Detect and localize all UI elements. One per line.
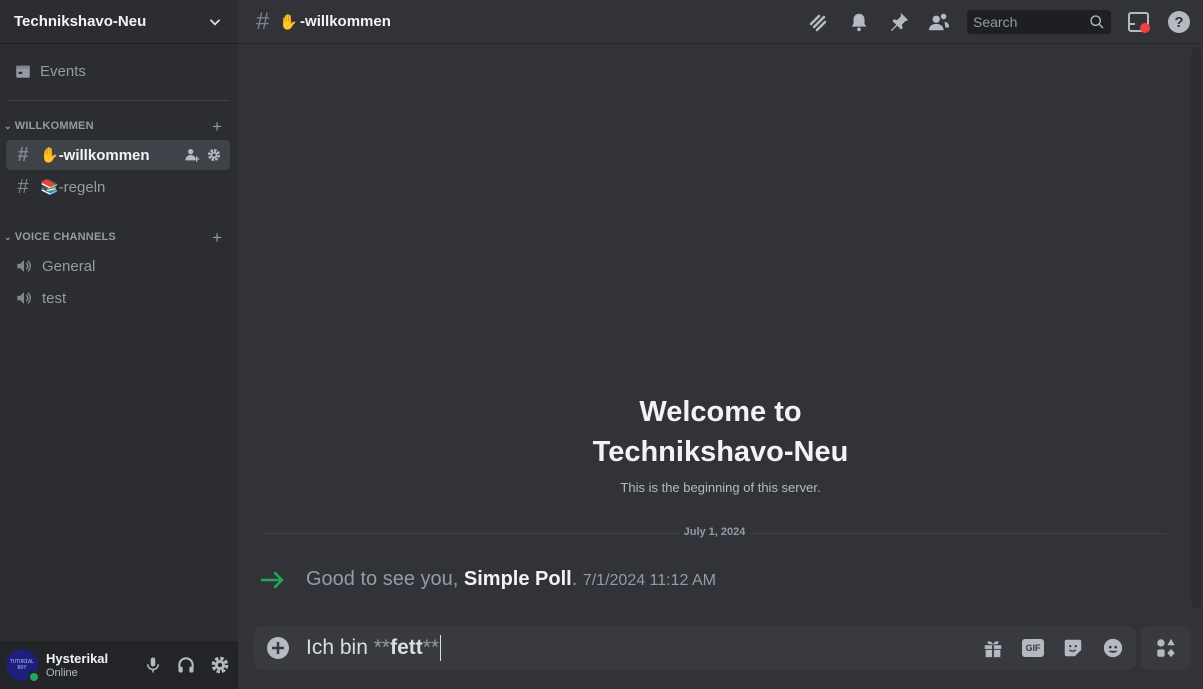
- welcome-title-line1: Welcome to: [639, 396, 802, 428]
- message-input[interactable]: Ich bin ** fett **: [306, 635, 442, 661]
- channel-emoji: ✋: [40, 147, 59, 164]
- avatar-text: BOY: [17, 665, 27, 671]
- search-placeholder: Search: [973, 13, 1018, 30]
- text-channel-hash-icon: #: [256, 7, 270, 35]
- voice-channel-general[interactable]: General: [6, 251, 230, 281]
- inbox-icon[interactable]: [1127, 10, 1151, 34]
- members-icon[interactable]: [927, 10, 951, 34]
- create-channel-plus-icon[interactable]: +: [212, 118, 222, 135]
- message-composer[interactable]: Ich bin ** fett ** GIF: [254, 626, 1136, 670]
- events-item[interactable]: Events: [8, 54, 230, 88]
- markdown-marker: **: [422, 636, 440, 659]
- gift-icon[interactable]: [982, 637, 1004, 659]
- text-channel-hash-icon: #: [17, 143, 29, 166]
- join-arrow-icon: [260, 571, 284, 588]
- svg-text:?: ?: [1174, 14, 1183, 31]
- channel-name: -willkommen: [58, 147, 150, 164]
- threads-icon[interactable]: [807, 10, 831, 34]
- user-status: Online: [46, 667, 78, 679]
- channel-name: General: [42, 257, 96, 275]
- create-channel-plus-icon[interactable]: +: [212, 229, 222, 246]
- apps-icon: [1157, 638, 1175, 658]
- welcome-section: Welcome to Technikshavo-Neu This is the …: [238, 392, 1203, 495]
- category-name: WILLKOMMEN: [14, 120, 94, 132]
- headphones-icon[interactable]: [176, 655, 196, 675]
- chevron-down-icon: [210, 18, 220, 26]
- system-join-message: Good to see you, Simple Poll. 7/1/2024 1…: [260, 568, 716, 591]
- input-text-bold: fett: [390, 636, 423, 659]
- channel-regeln[interactable]: # 📚-regeln: [6, 172, 230, 202]
- discord-app: Technikshavo-Neu Events ⌄ WILLKOMMEN + #…: [0, 0, 1203, 689]
- category-voice-channels[interactable]: ⌄ VOICE CHANNELS +: [0, 229, 238, 246]
- gif-icon[interactable]: GIF: [1022, 639, 1044, 657]
- chevron-down-icon: ⌄: [4, 231, 12, 242]
- server-name: Technikshavo-Neu: [14, 13, 147, 30]
- online-status-dot: [28, 671, 40, 683]
- help-icon[interactable]: ?: [1167, 10, 1191, 34]
- voice-channel-test[interactable]: test: [6, 283, 230, 313]
- microphone-icon[interactable]: [144, 656, 162, 674]
- user-panel: TUTORIAL BOY Hysterikal Online: [0, 641, 238, 689]
- channel-emoji: 📚: [40, 179, 59, 196]
- emoji-icon[interactable]: [1102, 637, 1124, 659]
- welcome-subtitle: This is the beginning of this server.: [620, 480, 821, 495]
- bell-icon[interactable]: [847, 10, 871, 34]
- gear-icon[interactable]: [206, 147, 222, 163]
- sticker-icon[interactable]: [1062, 637, 1084, 659]
- search-input[interactable]: Search: [967, 9, 1111, 34]
- text-channel-hash-icon: #: [17, 175, 29, 198]
- username: Hysterikal: [46, 651, 109, 666]
- join-message-prefix: Good to see you,: [306, 568, 464, 590]
- events-label: Events: [40, 62, 86, 80]
- user-settings-gear-icon[interactable]: [210, 655, 230, 675]
- channel-emoji: ✋: [279, 13, 299, 31]
- chat-area: # ✋ -willkommen Search ? Welcome to Tech…: [238, 0, 1203, 689]
- joined-user-name[interactable]: Simple Poll: [464, 568, 572, 590]
- upload-plus-icon[interactable]: [266, 636, 290, 660]
- search-icon: [1090, 14, 1104, 28]
- divider: [8, 100, 230, 101]
- date-divider: July 1, 2024: [262, 526, 1167, 538]
- welcome-title-line2: Technikshavo-Neu: [592, 436, 849, 468]
- channel-name: test: [42, 289, 67, 307]
- channel-header: # ✋ -willkommen Search ?: [238, 0, 1203, 44]
- invite-members-icon[interactable]: [184, 147, 200, 163]
- join-message-suffix: .: [571, 568, 578, 590]
- server-header[interactable]: Technikshavo-Neu: [0, 0, 238, 44]
- pin-icon[interactable]: [887, 10, 911, 34]
- chevron-down-icon: ⌄: [4, 120, 12, 131]
- speaker-icon: [14, 289, 34, 307]
- markdown-marker: **: [373, 636, 391, 659]
- channel-willkommen[interactable]: # ✋-willkommen: [6, 140, 230, 170]
- category-willkommen[interactable]: ⌄ WILLKOMMEN +: [0, 118, 238, 135]
- scrollbar[interactable]: [1191, 48, 1201, 608]
- input-text-plain: Ich bin: [306, 636, 374, 659]
- app-launcher-button[interactable]: [1141, 626, 1191, 670]
- channel-name: -regeln: [58, 179, 106, 196]
- date-divider-text: July 1, 2024: [679, 526, 750, 538]
- category-name: VOICE CHANNELS: [14, 231, 116, 243]
- user-info[interactable]: Hysterikal Online: [46, 651, 144, 679]
- avatar[interactable]: TUTORIAL BOY: [6, 649, 40, 683]
- text-caret: [440, 635, 442, 661]
- message-timestamp: 7/1/2024 11:12 AM: [582, 572, 716, 589]
- speaker-icon: [14, 257, 34, 275]
- channel-sidebar: Technikshavo-Neu Events ⌄ WILLKOMMEN + #…: [0, 0, 238, 689]
- calendar-icon: [16, 65, 30, 78]
- channel-title: -willkommen: [300, 13, 391, 30]
